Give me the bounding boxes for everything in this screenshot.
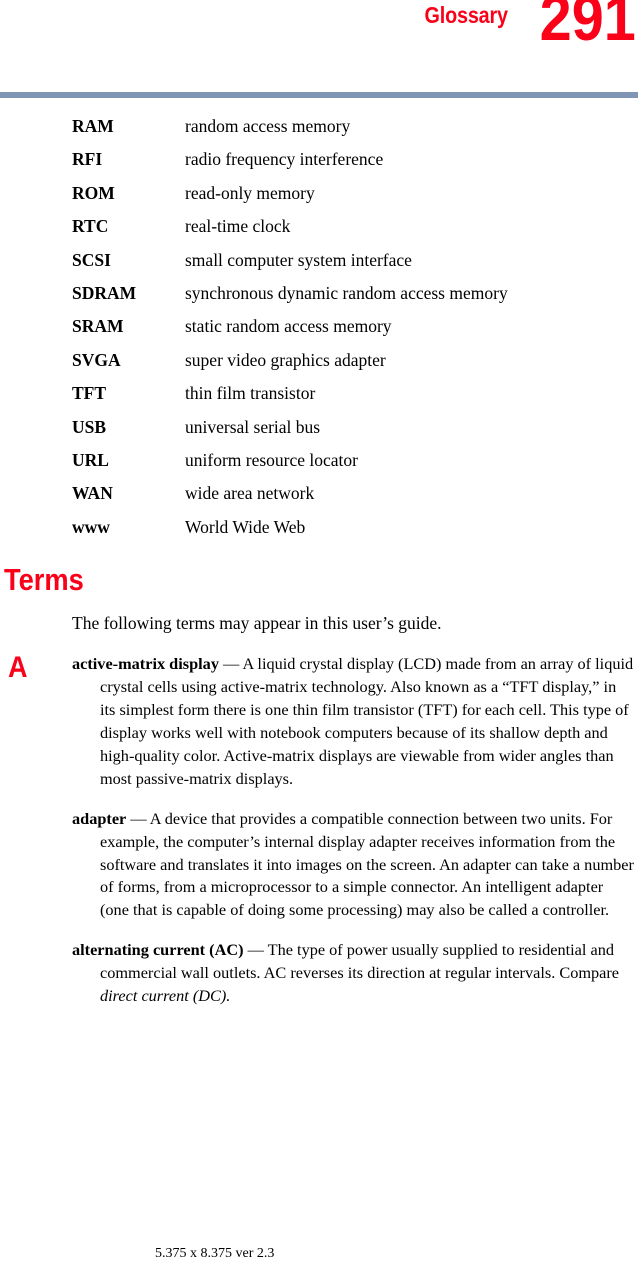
acronym-definition: synchronous dynamic random access memory	[185, 283, 508, 304]
acronym-row: SCSI small computer system interface	[0, 244, 638, 277]
acronym-definition: super video graphics adapter	[185, 349, 386, 370]
glossary-entry-dash: —	[243, 940, 268, 960]
entry-container: active-matrix display — A liquid crystal…	[0, 653, 638, 1008]
acronym-definition: static random access memory	[185, 316, 392, 337]
glossary-entry: adapter — A device that provides a compa…	[0, 808, 638, 923]
acronym-definition: random access memory	[185, 116, 351, 136]
page-number: 291	[539, 0, 636, 54]
acronym-row: URL uniform resource locator	[0, 444, 638, 477]
acronym-row: www World Wide Web	[0, 511, 638, 544]
glossary-entry: alternating current (AC) — The type of p…	[0, 939, 638, 1008]
terms-intro-paragraph: The following terms may appear in this u…	[72, 613, 442, 634]
acronym-definition: real-time clock	[185, 216, 291, 237]
acronym-term: SDRAM	[72, 283, 137, 304]
page-footer: 5.375 x 8.375 ver 2.3	[0, 1245, 638, 1263]
glossary-entry-dash: —	[126, 808, 150, 828]
glossary-entry-term: alternating current (AC)	[72, 940, 244, 960]
acronym-list: RAM random access memory RFI radio frequenc…	[0, 110, 638, 544]
acronym-term: RAM	[72, 116, 114, 136]
section-heading-terms: Terms	[4, 562, 84, 598]
glossary-entry-dash: —	[218, 654, 243, 674]
glossary-entries: A active-matrix display — A liquid cryst…	[0, 653, 638, 1008]
acronym-row: SRAM static random access memory	[0, 310, 638, 343]
glossary-page: Glossary 291 RAM random access memory RFI r…	[0, 0, 638, 1271]
acronym-definition: thin film transistor	[185, 383, 316, 404]
page-content: RAM random access memory RFI radio frequenc…	[0, 110, 638, 1008]
acronym-definition: universal serial bus	[185, 416, 321, 437]
acronym-definition: World Wide Web	[185, 516, 306, 537]
acronym-term: USB	[72, 416, 107, 437]
acronym-row: RTC real-time clock	[0, 210, 638, 243]
footer-spec-text: 5.375 x 8.375 ver 2.3	[155, 1246, 275, 1261]
acronym-row: SDRAM synchronous dynamic random access m…	[0, 277, 638, 310]
acronym-term: TFT	[72, 383, 107, 404]
chapter-title: Glossary	[424, 2, 508, 28]
acronym-term: ROM	[72, 182, 115, 203]
acronym-row: WAN wide area network	[0, 477, 638, 510]
acronym-row: TFT thin film transistor	[0, 377, 638, 410]
glossary-entry-body: A device that provides a compatible conn…	[100, 808, 634, 920]
acronym-row: RAM random access memory	[0, 110, 638, 143]
glossary-entry-term: active-matrix display	[72, 654, 219, 674]
glossary-cross-reference: direct current (DC).	[100, 986, 231, 1006]
acronym-definition: read-only memory	[185, 182, 315, 203]
glossary-entry-body: A liquid crystal display (LCD) made from…	[100, 654, 634, 788]
glossary-entry: active-matrix display — A liquid crystal…	[0, 653, 638, 790]
acronym-row: ROM read-only memory	[0, 177, 638, 210]
header-divider-rule	[0, 92, 638, 98]
acronym-term: SCSI	[72, 249, 111, 270]
acronym-term: SVGA	[72, 349, 121, 370]
acronym-term: URL	[72, 450, 109, 471]
acronym-definition: small computer system interface	[185, 249, 412, 270]
acronym-term: RTC	[72, 216, 109, 237]
acronym-row: RFI radio frequency interference	[0, 143, 638, 176]
acronym-term: WAN	[72, 483, 113, 504]
glossary-entry-term: adapter	[72, 808, 127, 828]
acronym-definition: radio frequency interference	[185, 149, 384, 170]
acronym-definition: wide area network	[185, 483, 315, 504]
acronym-term: www	[72, 516, 110, 537]
acronym-term: SRAM	[72, 316, 124, 337]
acronym-row: SVGA super video graphics adapter	[0, 344, 638, 377]
acronym-term: RFI	[72, 149, 103, 170]
acronym-row: USB universal serial bus	[0, 411, 638, 444]
acronym-definition: uniform resource locator	[185, 450, 358, 471]
page-header: Glossary 291	[0, 0, 638, 86]
letter-marker-a: A	[8, 651, 28, 685]
